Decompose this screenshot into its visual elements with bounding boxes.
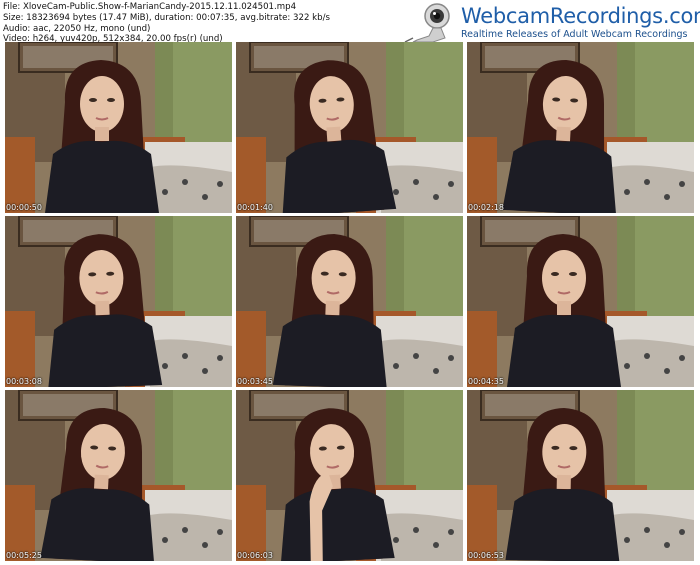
frame-image xyxy=(5,216,232,387)
site-logo: WebcamRecordings.com Realtime Releases o… xyxy=(403,2,700,44)
timestamp: 00:02:18 xyxy=(468,203,504,212)
thumbnail-grid: 00:00:50 00:01:40 00:02:18 00:03:08 00:03:45… xyxy=(5,42,695,562)
timestamp: 00:06:03 xyxy=(237,551,273,560)
timestamp: 00:04:35 xyxy=(468,377,504,386)
video-thumbnail[interactable]: 00:06:03 xyxy=(236,390,463,561)
timestamp: 00:06:53 xyxy=(468,551,504,560)
video-thumbnail[interactable]: 00:05:25 xyxy=(5,390,232,561)
video-thumbnail[interactable]: 00:03:45 xyxy=(236,216,463,387)
timestamp: 00:03:08 xyxy=(6,377,42,386)
frame-image xyxy=(467,42,694,213)
timestamp: 00:01:40 xyxy=(237,203,273,212)
timestamp: 00:00:50 xyxy=(6,203,42,212)
video-thumbnail[interactable]: 00:01:40 xyxy=(236,42,463,213)
video-thumbnail[interactable]: 00:00:50 xyxy=(5,42,232,213)
frame-image xyxy=(5,42,232,213)
file-size: Size: 18323694 bytes (17.47 MiB), durati… xyxy=(3,12,330,23)
file-info: File: XloveCam-Public.Show-f-MarianCandy… xyxy=(3,2,330,45)
frame-image xyxy=(5,390,232,561)
logo-tagline: Realtime Releases of Adult Webcam Record… xyxy=(461,29,688,40)
webcam-icon xyxy=(404,3,450,43)
frame-image xyxy=(236,390,463,561)
frame-image xyxy=(467,216,694,387)
audio-info: Audio: aac, 22050 Hz, mono (und) xyxy=(3,23,151,34)
video-thumbnail[interactable]: 00:02:18 xyxy=(467,42,694,213)
file-name: File: XloveCam-Public.Show-f-MarianCandy… xyxy=(3,2,297,12)
frame-image xyxy=(236,42,463,213)
frame-image xyxy=(236,216,463,387)
video-thumbnail[interactable]: 00:04:35 xyxy=(467,216,694,387)
video-thumbnail[interactable]: 00:06:53 xyxy=(467,390,694,561)
timestamp: 00:05:25 xyxy=(6,551,42,560)
timestamp: 00:03:45 xyxy=(237,377,273,386)
logo-title: WebcamRecordings.com xyxy=(461,4,700,28)
frame-image xyxy=(467,390,694,561)
video-thumbnail[interactable]: 00:03:08 xyxy=(5,216,232,387)
